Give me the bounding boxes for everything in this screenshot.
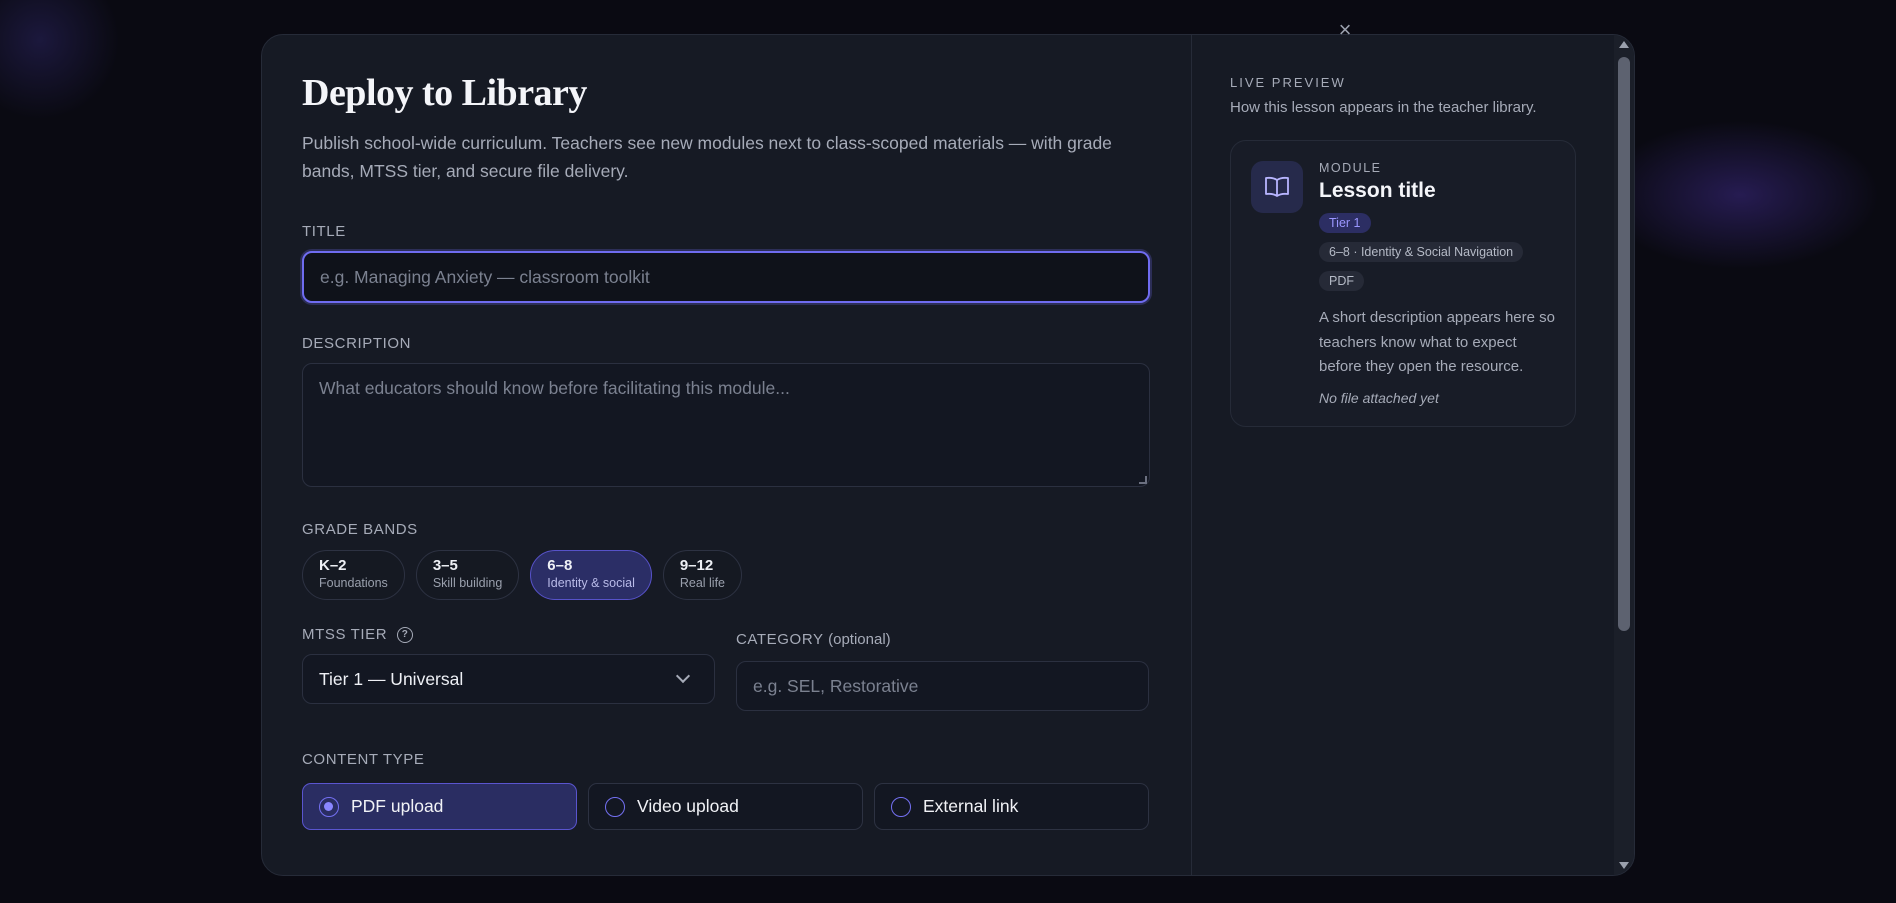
description-textarea[interactable]: What educators should know before facili… [302, 363, 1150, 487]
tier-badge: Tier 1 [1319, 213, 1371, 233]
grade-chip-title: 3–5 [432, 557, 458, 574]
preview-label: LIVE PREVIEW [1230, 75, 1346, 90]
preview-badges: Tier 1 6–8 · Identity & Social Navigatio… [1319, 213, 1555, 291]
category-placeholder: e.g. SEL, Restorative [753, 675, 919, 696]
content-type-video[interactable]: Video upload [588, 783, 863, 830]
description-placeholder: What educators should know before facili… [319, 378, 790, 398]
content-type-label-text: External link [923, 796, 1019, 816]
background-glow [1600, 120, 1880, 270]
category-input[interactable]: e.g. SEL, Restorative [736, 661, 1149, 711]
help-icon[interactable]: ? [397, 626, 414, 643]
category-column: CATEGORY (optional) e.g. SEL, Restorativ… [736, 626, 1149, 711]
scrollbar[interactable] [1614, 35, 1634, 875]
grade-chip-subtitle: Foundations [319, 576, 388, 590]
grade-chip-6-8[interactable]: 6–8 Identity & social [530, 550, 652, 600]
content-type-label-text: Video upload [637, 796, 739, 816]
grade-chip-title: K–2 [319, 557, 347, 574]
scroll-down-icon[interactable] [1619, 862, 1629, 869]
grade-badge: 6–8 · Identity & Social Navigation [1319, 242, 1524, 262]
grade-bands-label: GRADE BANDS [302, 521, 418, 538]
grade-chip-title: 9–12 [679, 557, 714, 574]
mtss-tier-label-row: MTSS TIER ? [302, 626, 715, 643]
mtss-tier-label: MTSS TIER [302, 626, 388, 643]
category-label: CATEGORY [736, 631, 824, 648]
tier-category-row: MTSS TIER ? Tier 1 — Universal CATEGORY … [302, 626, 1152, 711]
grade-chip-subtitle: Identity & social [547, 576, 635, 590]
preview-description: A short description appears here so teac… [1319, 309, 1555, 375]
content-type-group: PDF upload Video upload External link [302, 783, 1152, 830]
scrollbar-thumb[interactable] [1618, 57, 1630, 631]
radio-icon [891, 796, 911, 817]
grade-chip-9-12[interactable]: 9–12 Real life [662, 550, 743, 600]
content-type-label: CONTENT TYPE [302, 751, 425, 768]
deploy-modal: Deploy to Library Publish school-wide cu… [261, 34, 1635, 876]
preview-card: MODULE Lesson title Tier 1 6–8 · Identit… [1230, 140, 1576, 427]
book-open-icon [1251, 161, 1303, 213]
preview-card-body: MODULE Lesson title Tier 1 6–8 · Identit… [1319, 161, 1555, 406]
preview-subtitle: How this lesson appears in the teacher l… [1230, 99, 1537, 116]
preview-kicker: MODULE [1319, 161, 1382, 175]
form-panel: Deploy to Library Publish school-wide cu… [262, 35, 1192, 875]
grade-bands-group: K–2 Foundations 3–5 Skill building 6–8 I… [302, 550, 1152, 600]
scroll-up-icon[interactable] [1619, 41, 1629, 48]
content-type-label-text: PDF upload [351, 796, 444, 816]
close-icon[interactable]: × [1333, 18, 1357, 42]
category-optional: (optional) [828, 631, 891, 648]
radio-selected-icon [319, 796, 339, 817]
description-label: DESCRIPTION [302, 335, 412, 352]
grade-chip-title: 6–8 [547, 557, 573, 574]
grade-chip-subtitle: Real life [679, 576, 726, 590]
title-label: TITLE [302, 223, 346, 240]
grade-chip-subtitle: Skill building [432, 576, 503, 590]
category-label-row: CATEGORY (optional) [736, 631, 1149, 648]
modal-subtitle: Publish school-wide curriculum. Teachers… [302, 133, 1112, 181]
mtss-tier-select[interactable]: Tier 1 — Universal [302, 654, 715, 704]
mtss-tier-column: MTSS TIER ? Tier 1 — Universal [302, 626, 715, 711]
title-placeholder: e.g. Managing Anxiety — classroom toolki… [320, 266, 650, 287]
mtss-tier-value: Tier 1 — Universal [319, 668, 464, 689]
grade-chip-k-2[interactable]: K–2 Foundations [302, 550, 405, 600]
radio-icon [605, 796, 625, 817]
type-badge: PDF [1319, 271, 1364, 291]
content-type-link[interactable]: External link [874, 783, 1149, 830]
background-glow [0, 0, 120, 120]
resize-handle-icon[interactable] [1139, 476, 1147, 484]
modal-title: Deploy to Library [302, 72, 587, 114]
preview-panel: LIVE PREVIEW How this lesson appears in … [1192, 35, 1612, 875]
title-input[interactable]: e.g. Managing Anxiety — classroom toolki… [302, 251, 1150, 303]
grade-chip-3-5[interactable]: 3–5 Skill building [415, 550, 520, 600]
content-type-pdf[interactable]: PDF upload [302, 783, 577, 830]
preview-title: Lesson title [1319, 179, 1436, 202]
chevron-down-icon [675, 668, 691, 684]
preview-file-status: No file attached yet [1319, 389, 1439, 406]
